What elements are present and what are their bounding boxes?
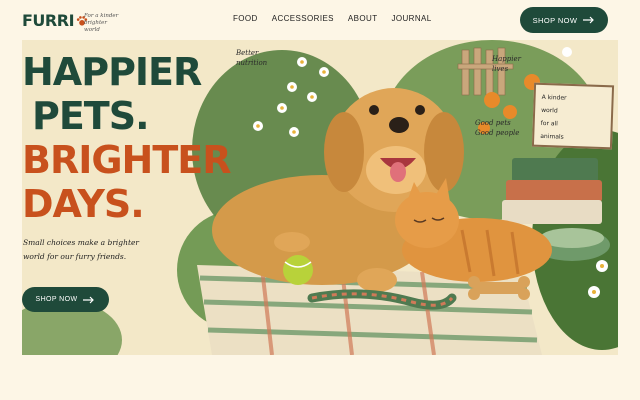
nav-item-journal[interactable]: JOURNAL xyxy=(391,14,431,23)
note-happier-lives: Happier lives xyxy=(492,55,521,73)
kinder-world-sign: A kinder world for all animals xyxy=(531,82,615,150)
headline-line-4: DAYS. xyxy=(22,182,145,226)
headline-line-1: HAPPIER xyxy=(22,50,202,94)
site-header: FURRI For a kinder brighter world FOOD A… xyxy=(0,0,640,40)
headline-line-2: PETS. xyxy=(32,94,150,138)
hero-shop-now-label: SHOP NOW xyxy=(35,296,78,303)
headline-line-3: BRIGHTER xyxy=(22,138,231,182)
brand-logo[interactable]: FURRI xyxy=(22,11,88,30)
nav-item-food[interactable]: FOOD xyxy=(233,14,258,23)
sign-line-4: animals xyxy=(540,132,564,141)
hero-shop-now-button[interactable]: SHOP NOW xyxy=(22,287,109,312)
main-nav: FOOD ACCESSORIES ABOUT JOURNAL xyxy=(233,14,446,23)
arrow-right-icon xyxy=(83,296,95,303)
hero-banner: HAPPIER PETS. BRIGHTER DAYS. Small choic… xyxy=(22,40,618,355)
brand-name: FURRI xyxy=(22,11,75,30)
header-shop-now-label: SHOP NOW xyxy=(532,15,578,25)
hero-headline: HAPPIER PETS. BRIGHTER DAYS. xyxy=(22,50,231,226)
header-shop-now-button[interactable]: SHOP NOW xyxy=(520,7,608,33)
hero-subcopy: Small choices make a brighter world for … xyxy=(23,238,139,261)
arrow-right-icon xyxy=(583,16,595,24)
brand-tagline: For a kinder brighter world xyxy=(84,13,119,33)
note-better-nutrition: Better nutrition xyxy=(236,49,268,67)
nav-item-about[interactable]: ABOUT xyxy=(348,14,378,23)
nav-item-accessories[interactable]: ACCESSORIES xyxy=(272,14,334,23)
note-good-pets: Good pets Good people xyxy=(475,119,520,137)
